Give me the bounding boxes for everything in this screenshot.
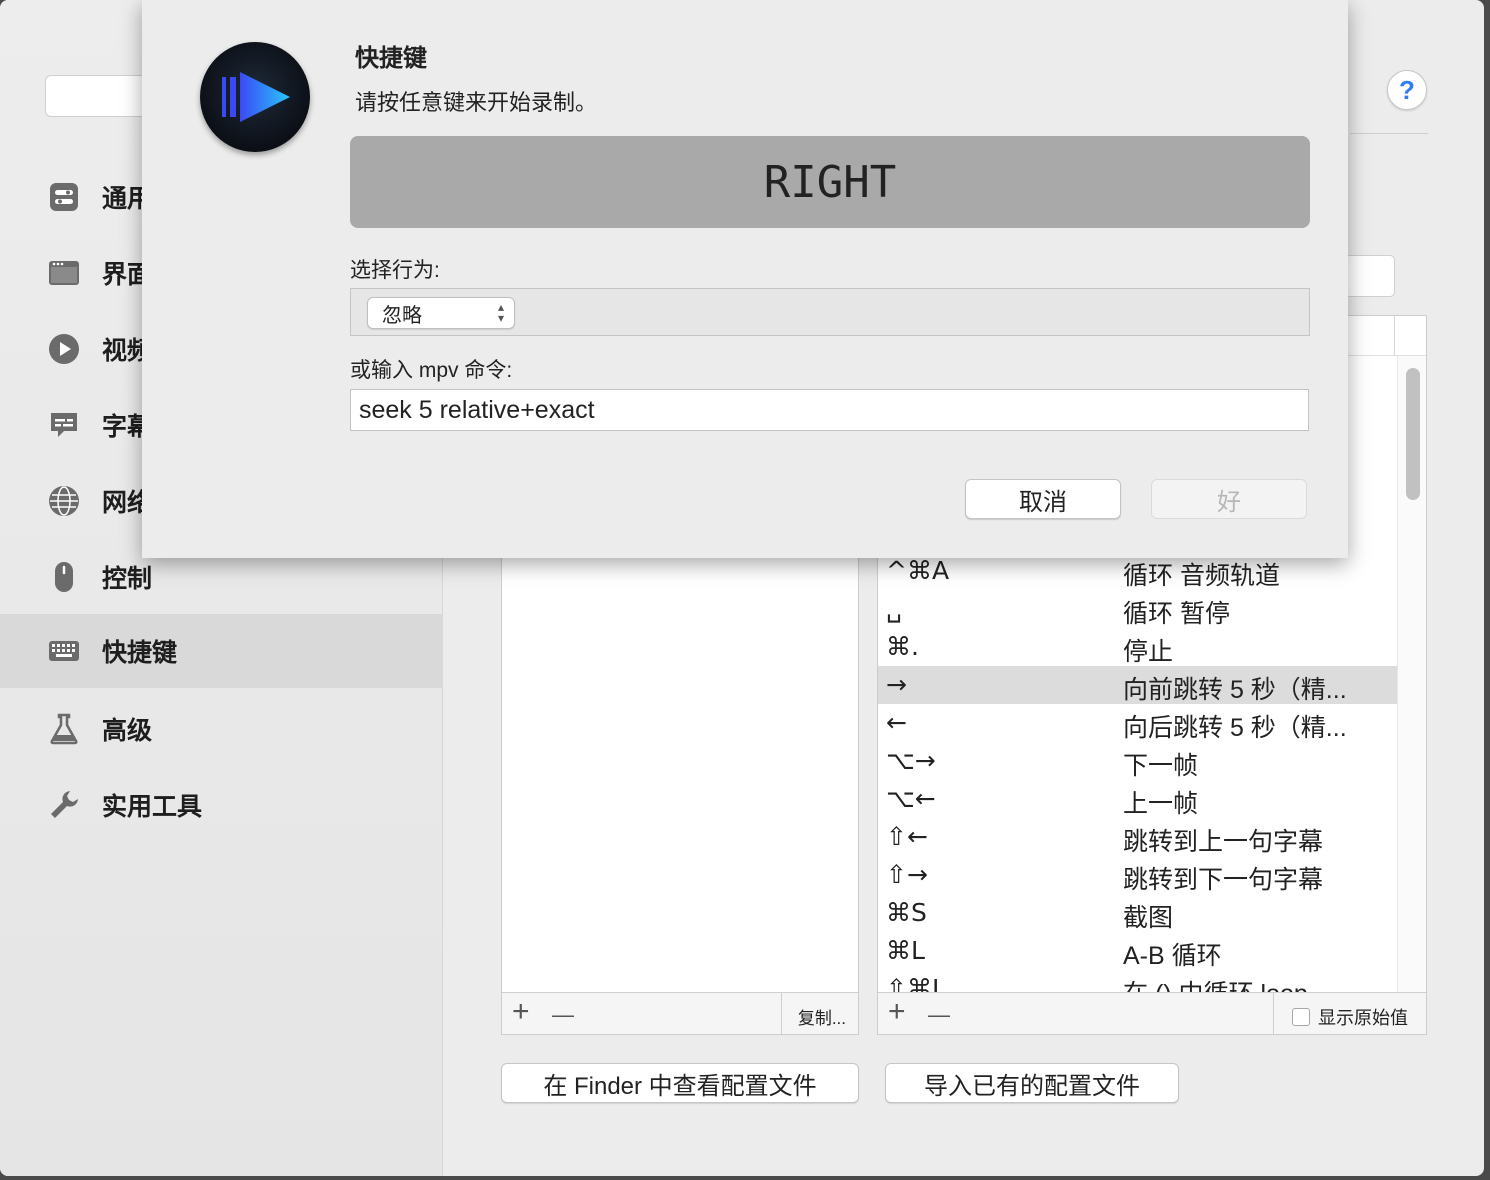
recorded-key-display[interactable]: RIGHT [350, 136, 1310, 228]
table-row[interactable]: ⌥→ 下一帧 [878, 742, 1397, 780]
divider [781, 993, 782, 1035]
table-row[interactable]: ⇧← 跳转到上一句字幕 [878, 818, 1397, 856]
key-cell: → [886, 670, 907, 699]
play-icon [46, 331, 82, 367]
key-cell: ⌘. [886, 632, 919, 661]
action-cell: 下一帧 [1123, 752, 1199, 780]
sidebar-item-advanced[interactable]: 高级 [0, 692, 443, 766]
add-config-button[interactable]: + [512, 997, 530, 1027]
table-row[interactable]: ← 向后跳转 5 秒（精... [878, 704, 1397, 742]
action-cell: A-B 循环 [1123, 942, 1222, 970]
action-cell: 循环 音频轨道 [1123, 562, 1280, 590]
key-cell: ⌘S [886, 898, 927, 927]
filter-field[interactable] [1345, 255, 1395, 297]
record-key-sheet: 快捷键 请按任意键来开始录制。 RIGHT 选择行为: 忽略 ▴ ▾ 或输入 mp… [142, 0, 1348, 558]
action-popup-value: 忽略 [382, 304, 422, 327]
key-cell: ⇧← [886, 822, 928, 851]
action-cell: 跳转到上一句字幕 [1123, 828, 1324, 856]
table-row[interactable]: ⌘. 停止 [878, 628, 1397, 666]
key-cell: ⌥← [886, 784, 936, 813]
key-cell: ⌥→ [886, 746, 936, 775]
reveal-config-in-finder-button[interactable]: 在 Finder 中查看配置文件 [501, 1063, 859, 1103]
divider [1394, 316, 1395, 356]
table-row[interactable]: ⇧→ 跳转到下一句字幕 [878, 856, 1397, 894]
duplicate-config-button[interactable]: 复制... [798, 1004, 846, 1029]
action-popup-button[interactable]: 忽略 ▴ ▾ [367, 297, 515, 329]
table-row[interactable]: ⌥← 上一帧 [878, 780, 1397, 818]
table-row[interactable]: ⌘L A-B 循环 [878, 932, 1397, 970]
action-cell: 停止 [1123, 638, 1174, 666]
sidebar-item-label: 高级 [102, 717, 153, 745]
key-cell: ⌘L [886, 936, 925, 965]
app-logo-icon [200, 42, 310, 152]
remove-binding-button[interactable]: — [928, 1000, 950, 1030]
show-raw-values-toggle[interactable]: 显示原始值 [1292, 1004, 1408, 1030]
mouse-icon [46, 559, 82, 595]
remove-config-button[interactable]: — [552, 1000, 574, 1030]
chevron-up-down-icon: ▴ ▾ [497, 300, 504, 325]
divider [1273, 993, 1274, 1034]
help-button[interactable]: ? [1387, 70, 1427, 110]
sidebar-item-utilities[interactable]: 实用工具 [0, 768, 443, 842]
toggle-icon [46, 179, 82, 215]
table-scrollbar[interactable] [1397, 356, 1426, 992]
sidebar-item-label: 快捷键 [102, 639, 178, 667]
scrollbar-thumb[interactable] [1406, 368, 1420, 500]
ok-button[interactable]: 好 [1151, 479, 1307, 519]
keyboard-icon [46, 633, 82, 669]
preferences-window: 通用 界面 视频 字幕 网络 控制 快捷键 高级 实用工具 ? + — 复制..… [0, 0, 1484, 1176]
sidebar-item-label: 实用工具 [102, 793, 203, 821]
window-icon [46, 255, 82, 291]
flask-icon [46, 711, 82, 747]
config-list-footer: + — 复制... [502, 992, 858, 1035]
table-row[interactable]: ⌘S 截图 [878, 894, 1397, 932]
globe-icon [46, 483, 82, 519]
action-cell: 向后跳转 5 秒（精... [1123, 714, 1347, 742]
key-cell: ← [886, 708, 907, 737]
import-config-button[interactable]: 导入已有的配置文件 [885, 1063, 1179, 1103]
cancel-button[interactable]: 取消 [965, 479, 1121, 519]
sheet-title: 快捷键 [355, 45, 427, 72]
speech-bubble-icon [46, 407, 82, 443]
table-row[interactable]: ␣ 循环 暂停 [878, 590, 1397, 628]
key-cell: ⇧→ [886, 860, 928, 889]
action-cell: 跳转到下一句字幕 [1123, 866, 1324, 894]
action-label: 选择行为: [350, 259, 440, 282]
action-selector-box: 忽略 ▴ ▾ [350, 288, 1310, 336]
add-binding-button[interactable]: + [888, 997, 906, 1027]
sheet-instructions: 请按任意键来开始录制。 [355, 90, 598, 115]
wrench-icon [46, 787, 82, 823]
action-cell: 截图 [1123, 904, 1174, 932]
table-row-selected[interactable]: → 向前跳转 5 秒（精... [878, 666, 1397, 704]
key-cell: ␣ [886, 594, 902, 623]
sidebar-item-keybindings[interactable]: 快捷键 [0, 614, 443, 688]
sidebar-item-label: 控制 [102, 565, 153, 593]
action-cell: 循环 暂停 [1123, 600, 1230, 628]
action-cell: 上一帧 [1123, 790, 1199, 818]
show-raw-values-checkbox[interactable] [1292, 1008, 1310, 1026]
divider [1350, 133, 1428, 134]
action-cell: 向前跳转 5 秒（精... [1123, 676, 1347, 704]
keybinding-table-footer: + — 显示原始值 [878, 992, 1426, 1034]
command-label: 或输入 mpv 命令: [350, 359, 513, 382]
key-cell: ^⌘A [886, 556, 950, 585]
show-raw-values-label: 显示原始值 [1318, 1008, 1408, 1028]
mpv-command-input[interactable]: seek 5 relative+exact [350, 389, 1309, 431]
